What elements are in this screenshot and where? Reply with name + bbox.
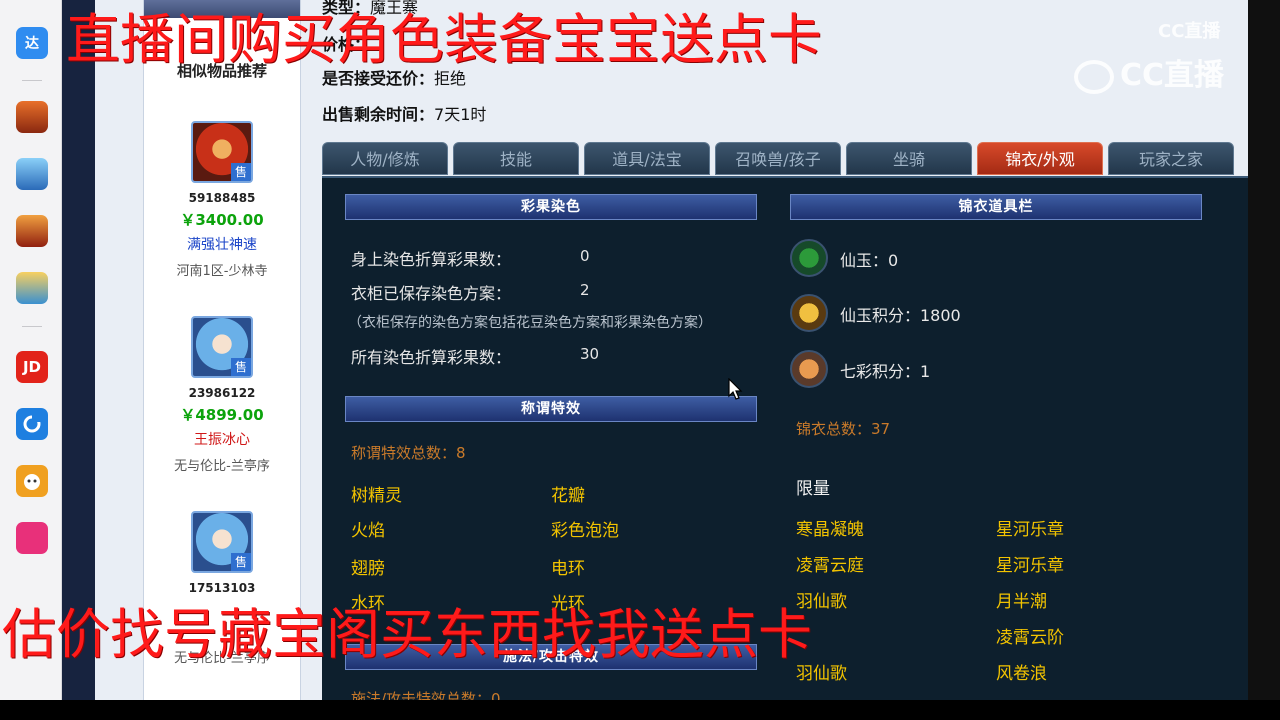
dye-section-bar: 彩果染色 xyxy=(345,194,757,220)
cc-logo-icon xyxy=(1074,59,1114,94)
tab-pets[interactable]: 召唤兽/孩子 xyxy=(715,142,841,175)
watermark-large: CC直播 xyxy=(1074,50,1224,94)
info-time: 出售剩余时间：7天1时 xyxy=(322,101,486,125)
dye-label: 身上染色折算彩果数： xyxy=(351,250,512,269)
tab-items[interactable]: 道具/法宝 xyxy=(584,142,710,175)
outfit-item: 凌霄云庭 xyxy=(796,556,864,576)
dye-label: 衣柜已保存染色方案： xyxy=(351,284,512,303)
game2-icon[interactable] xyxy=(16,158,48,190)
outfit-item: 星河乐章 xyxy=(996,556,1064,576)
watermark-large-text: CC直播 xyxy=(1120,58,1225,93)
game4-icon[interactable] xyxy=(16,272,48,304)
da-app-icon[interactable]: 达 xyxy=(16,27,48,59)
browser-glyph-icon xyxy=(23,415,41,433)
jade-points-icon xyxy=(790,294,828,332)
sale-tag: 售 xyxy=(231,553,251,571)
bottom-bar xyxy=(0,700,1280,720)
dye-value: 0 xyxy=(580,247,590,265)
frame-right-strip xyxy=(1248,0,1280,700)
info-time-value: 7天1时 xyxy=(434,105,487,124)
dye-value: 2 xyxy=(580,281,590,299)
title-effects-bar: 称谓特效 xyxy=(345,396,757,422)
outfit-props-bar: 锦衣道具栏 xyxy=(790,194,1202,220)
title-effect-item: 翅膀 xyxy=(351,559,385,579)
dye-note: （衣柜保存的染色方案包括花豆染色方案和彩果染色方案） xyxy=(348,315,712,331)
sale-tag: 售 xyxy=(231,163,251,181)
limited-label: 限量 xyxy=(796,479,830,499)
avatar[interactable]: 售 xyxy=(191,316,253,378)
dock-separator xyxy=(22,326,42,327)
item-id: 23986122 xyxy=(188,386,256,400)
title-effect-item: 火焰 xyxy=(351,521,385,541)
title-effect-item: 树精灵 xyxy=(351,486,402,506)
pink-app-icon[interactable] xyxy=(16,522,48,554)
jade-icon xyxy=(790,239,828,277)
dock-separator xyxy=(22,80,42,81)
item-server: 无与伦比-兰亭序 xyxy=(174,459,270,474)
item-name[interactable]: 满强壮神速 xyxy=(144,234,300,254)
title-effects-count: 称谓特效总数：8 xyxy=(351,444,466,462)
tab-outfits[interactable]: 锦衣/外观 xyxy=(977,142,1103,175)
rainbow-points-label: 七彩积分：1 xyxy=(840,362,931,381)
item-price: ￥3400.00 xyxy=(180,211,264,229)
screen: 达 JD 相似物品推荐 售 59188485 ￥3400.00 满强壮神速 河南… xyxy=(0,0,1280,720)
tab-home[interactable]: 玩家之家 xyxy=(1108,142,1234,175)
app-dock: 达 JD xyxy=(0,0,62,700)
rainbow-points-icon xyxy=(790,350,828,388)
title-effect-item: 花瓣 xyxy=(551,486,585,506)
jade-points-label: 仙玉积分：1800 xyxy=(840,306,961,325)
info-time-label: 出售剩余时间： xyxy=(322,105,435,124)
item-id: 59188485 xyxy=(188,191,256,205)
overlay-top-text: 直播间购买角色装备宝宝送点卡 xyxy=(66,8,822,71)
outfit-item: 星河乐章 xyxy=(996,520,1064,540)
avatar[interactable]: 售 xyxy=(191,511,253,573)
mouse-cursor-icon xyxy=(728,378,743,400)
tab-role[interactable]: 人物/修炼 xyxy=(322,142,448,175)
overlay-bottom-text: 估价找号藏宝阁买东西找我送点卡 xyxy=(2,603,812,666)
similar-item[interactable]: 售 23986122 ￥4899.00 王振冰心 无与伦比-兰亭序 xyxy=(144,316,300,474)
outfit-item: 风卷浪 xyxy=(996,664,1047,684)
watermark-small: CC直播 xyxy=(1158,21,1221,42)
similar-items-panel: 相似物品推荐 售 59188485 ￥3400.00 满强壮神速 河南1区-少林… xyxy=(143,0,301,700)
item-name[interactable]: 王振冰心 xyxy=(144,429,300,449)
dye-total-label: 所有染色折算彩果数： xyxy=(351,348,512,367)
tab-bar: 人物/修炼 技能 道具/法宝 召唤兽/孩子 坐骑 锦衣/外观 玩家之家 xyxy=(322,142,1248,176)
game1-icon[interactable] xyxy=(16,101,48,133)
outfit-item: 凌霄云阶 xyxy=(996,628,1064,648)
outfit-total: 锦衣总数：37 xyxy=(796,420,891,438)
item-server: 河南1区-少林寺 xyxy=(176,264,268,279)
title-effect-item: 彩色泡泡 xyxy=(551,521,619,541)
outfit-item: 寒晶凝魄 xyxy=(796,520,864,540)
sale-tag: 售 xyxy=(231,358,251,376)
title-effect-item: 电环 xyxy=(551,559,585,579)
pet-app-icon[interactable] xyxy=(16,465,48,497)
dye-total-value: 30 xyxy=(580,345,600,363)
item-price: ￥4899.00 xyxy=(180,406,264,424)
game3-icon[interactable] xyxy=(16,215,48,247)
jd-icon[interactable]: JD xyxy=(16,351,48,383)
item-id: 17513103 xyxy=(188,581,256,595)
frame-left-strip xyxy=(62,0,95,700)
jade-label: 仙玉：0 xyxy=(840,251,899,270)
similar-item[interactable]: 售 59188485 ￥3400.00 满强壮神速 河南1区-少林寺 xyxy=(144,121,300,279)
outfit-item: 月半潮 xyxy=(996,592,1047,612)
tab-mounts[interactable]: 坐骑 xyxy=(846,142,972,175)
pet-face-icon xyxy=(24,474,40,490)
tab-skills[interactable]: 技能 xyxy=(453,142,579,175)
browser-icon[interactable] xyxy=(16,408,48,440)
avatar[interactable]: 售 xyxy=(191,121,253,183)
